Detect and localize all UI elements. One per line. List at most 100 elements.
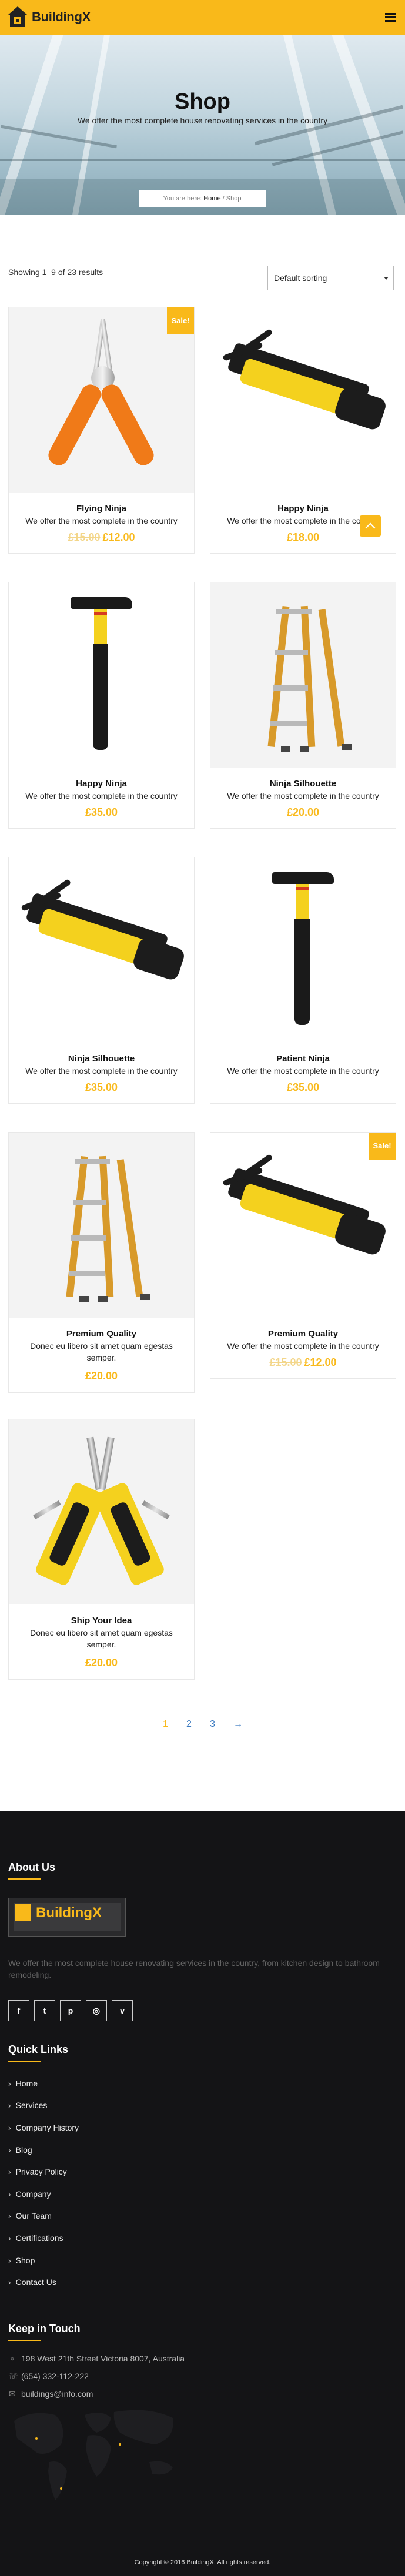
breadcrumb-home-link[interactable]: Home (203, 195, 220, 202)
heading-underline (8, 1878, 41, 1880)
product-description: We offer the most complete in the countr… (227, 1341, 379, 1351)
breadcrumb-separator: / (222, 195, 225, 202)
product-name[interactable]: Flying Ninja (9, 504, 194, 514)
footer-brand-name: BuildingX (36, 1905, 102, 1921)
breadcrumb-prefix: You are here: (163, 195, 202, 202)
product-name[interactable]: Premium Quality (9, 1329, 194, 1339)
product-card[interactable]: Happy Ninja We offer the most complete i… (8, 582, 195, 829)
product-card[interactable]: Premium Quality Donec eu libero sit amet… (8, 1132, 195, 1393)
product-price: £35.00 (85, 806, 118, 818)
pinterest-icon[interactable]: p (60, 2000, 81, 2021)
product-name[interactable]: Patient Ninja (210, 1054, 396, 1064)
pagination-page-3[interactable]: 3 (210, 1719, 215, 1730)
product-description: We offer the most complete in the countr… (25, 1066, 178, 1076)
product-description: Donec eu libero sit amet quam egestas se… (30, 1628, 173, 1649)
product-card[interactable]: Ninja Silhouette We offer the most compl… (210, 582, 396, 829)
old-price: £15.00 (269, 1356, 302, 1368)
pagination-current: 1 (163, 1719, 168, 1729)
product-name[interactable]: Ship Your Idea (9, 1616, 194, 1626)
result-count: Showing 1–9 of 23 results (8, 267, 103, 277)
breadcrumb: You are here: Home / Shop (139, 190, 266, 207)
product-price: £20.00 (85, 1370, 118, 1382)
sort-select[interactable]: Default sorting (267, 266, 394, 290)
footer-link-blog[interactable]: Blog (8, 2145, 32, 2155)
contact-address: ⌖ 198 West 21th Street Victoria 8007, Aus… (8, 2354, 185, 2364)
sort-select-value: Default sorting (274, 273, 327, 283)
page-title: Shop (175, 89, 230, 114)
footer-link-our-team[interactable]: Our Team (8, 2211, 52, 2220)
facebook-icon[interactable]: f (8, 2000, 29, 2021)
product-description: We offer the most complete in the countr… (227, 791, 379, 800)
brand-name: BuildingX (32, 9, 91, 24)
pagination-next[interactable]: → (233, 1719, 243, 1730)
product-image[interactable] (9, 1133, 194, 1318)
product-description: We offer the most complete in the countr… (25, 791, 178, 800)
product-image[interactable] (9, 857, 194, 1043)
footer-link-privacy-policy[interactable]: Privacy Policy (8, 2167, 67, 2176)
product-card[interactable]: Ninja Silhouette We offer the most compl… (8, 857, 195, 1104)
sale-badge: Sale! (369, 1133, 396, 1160)
house-logo-icon (7, 5, 28, 29)
quick-links-heading: Quick Links (8, 2044, 69, 2055)
sale-price: £12.00 (102, 531, 135, 543)
product-image[interactable] (9, 307, 194, 493)
product-price: £35.00 (85, 1081, 118, 1093)
footer-link-contact-us[interactable]: Contact Us (8, 2277, 56, 2287)
vimeo-icon[interactable]: v (112, 2000, 133, 2021)
product-image[interactable] (210, 857, 396, 1043)
scroll-to-top-button[interactable] (360, 515, 381, 537)
product-card[interactable]: Patient Ninja We offer the most complete… (210, 857, 396, 1104)
footer-link-shop[interactable]: Shop (8, 2256, 35, 2265)
keep-in-touch-heading: Keep in Touch (8, 2323, 81, 2334)
product-price: £35.00 (286, 1081, 320, 1093)
product-card[interactable]: Ship Your Idea Donec eu libero sit amet … (8, 1419, 195, 1680)
site-logo[interactable]: BuildingX (7, 5, 91, 29)
menu-icon[interactable] (385, 13, 396, 22)
contact-phone[interactable]: ☏ (654) 332-112-222 (8, 2371, 89, 2381)
footer-link-company[interactable]: Company (8, 2189, 51, 2199)
product-price: £20.00 (85, 1657, 118, 1669)
product-image[interactable] (210, 1133, 396, 1318)
house-logo-icon (15, 1904, 31, 1921)
page-subtitle: We offer the most complete house renovat… (77, 116, 328, 125)
footer-link-company-history[interactable]: Company History (8, 2123, 79, 2132)
about-text: We offer the most complete house renovat… (8, 1958, 380, 1979)
product-name[interactable]: Ninja Silhouette (9, 1054, 194, 1064)
sale-price: £12.00 (304, 1356, 337, 1368)
phone-icon: ☏ (8, 2371, 19, 2381)
footer-link-services[interactable]: Services (8, 2101, 48, 2110)
site-header: BuildingX (0, 0, 405, 35)
product-image[interactable] (210, 582, 396, 768)
product-image[interactable] (210, 307, 396, 493)
sale-badge: Sale! (167, 307, 194, 334)
heading-underline (8, 2061, 41, 2062)
product-price: £15.00 £12.00 (9, 531, 194, 544)
product-description: Donec eu libero sit amet quam egestas se… (30, 1341, 173, 1362)
product-name[interactable]: Happy Ninja (9, 779, 194, 789)
address-text: 198 West 21th Street Victoria 8007, Aust… (21, 2354, 185, 2363)
footer-link-certifications[interactable]: Certifications (8, 2233, 63, 2243)
site-footer: About Us BuildingX We offer the most com… (0, 1811, 405, 2576)
product-price: £15.00 £12.00 (210, 1356, 396, 1369)
page-hero: Shop We offer the most complete house re… (0, 35, 405, 215)
footer-link-home[interactable]: Home (8, 2079, 38, 2088)
chevron-down-icon (384, 277, 389, 280)
product-name[interactable]: Ninja Silhouette (210, 779, 396, 789)
product-image[interactable] (9, 1419, 194, 1604)
product-card[interactable]: Sale! Flying Ninja We offer the most com… (8, 307, 195, 554)
copyright-text: Copyright © 2016 BuildingX. All rights r… (134, 2559, 271, 2566)
product-description: We offer the most complete in the countr… (227, 1066, 379, 1076)
pagination-page-2[interactable]: 2 (186, 1719, 192, 1730)
product-name[interactable]: Happy Ninja (210, 504, 396, 514)
product-card[interactable]: Sale! Premium Quality We offer the most … (210, 1132, 396, 1379)
instagram-icon[interactable]: ◎ (86, 2000, 107, 2021)
product-name[interactable]: Premium Quality (210, 1329, 396, 1339)
twitter-icon[interactable]: t (34, 2000, 55, 2021)
footer-logo[interactable]: BuildingX (8, 1898, 126, 1937)
phone-text: (654) 332-112-222 (21, 2371, 89, 2381)
product-image[interactable] (9, 582, 194, 768)
breadcrumb-current: Shop (226, 195, 242, 202)
about-heading: About Us (8, 1861, 55, 1873)
heading-underline (8, 2340, 41, 2341)
old-price: £15.00 (68, 531, 101, 543)
